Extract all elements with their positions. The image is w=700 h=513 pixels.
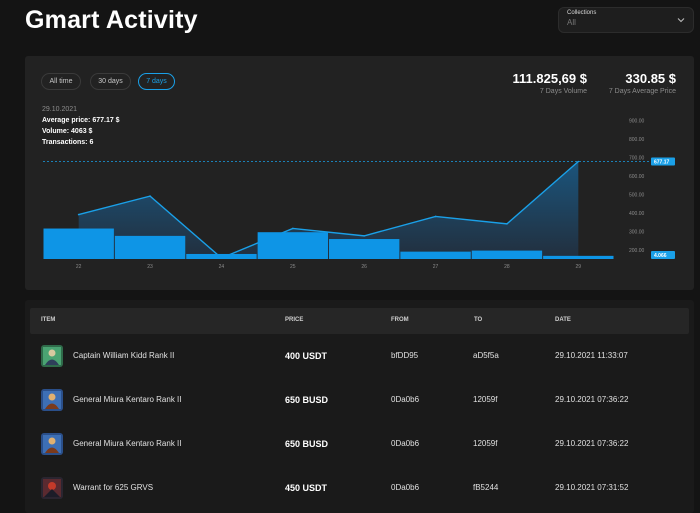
volume-bar-25 xyxy=(257,232,328,259)
y-tick-label: 700.00 xyxy=(629,155,645,161)
header-price: PRICE xyxy=(285,317,304,323)
table-row[interactable]: General Miura Kentaro Rank II 650 BUSD 0… xyxy=(25,378,694,422)
x-tick-label: 24 xyxy=(219,264,225,270)
marker-label: 677.17 xyxy=(654,159,670,165)
line-point-29 xyxy=(577,160,580,163)
y-tick-label: 200.00 xyxy=(629,248,645,254)
row-item-name[interactable]: General Miura Kentaro Rank II xyxy=(73,422,182,466)
x-tick-label: 29 xyxy=(576,264,582,270)
row-price: 650 BUSD xyxy=(285,395,329,405)
volume-bar-24 xyxy=(186,253,257,259)
row-from[interactable]: 0Da0b6 xyxy=(391,466,419,510)
row-date: 29.10.2021 07:36:22 xyxy=(555,395,629,404)
table-row[interactable]: General Miura Kentaro Rank II 650 BUSD 0… xyxy=(25,422,694,466)
row-price: 400 USDT xyxy=(285,351,328,361)
marker-label: 4.066 xyxy=(654,253,667,259)
row-from[interactable]: 0Da0b6 xyxy=(391,422,419,466)
y-tick-label: 300.00 xyxy=(629,229,645,235)
chevron-down-icon xyxy=(677,18,685,23)
y-tick-label: 400.00 xyxy=(629,211,645,217)
collections-select[interactable]: Collections All xyxy=(558,7,694,33)
collections-value: All xyxy=(567,18,576,27)
header-date: DATE xyxy=(555,317,571,323)
line-point-23 xyxy=(149,195,151,197)
row-item-name[interactable]: Captain William Kidd Rank II xyxy=(73,334,174,378)
y-tick-label: 900.00 xyxy=(629,118,645,124)
line-point-27 xyxy=(434,215,437,218)
row-item-name[interactable]: Warrant for 625 GRVS xyxy=(73,466,153,510)
header-item: ITEM xyxy=(41,317,56,323)
row-from[interactable]: 0Da0b6 xyxy=(391,378,419,422)
table-row[interactable]: Warrant for 625 GRVS 450 USDT 0Da0b6 fB5… xyxy=(25,466,694,510)
y-tick-label: 600.00 xyxy=(629,174,645,180)
header-to: TO xyxy=(474,317,483,323)
volume-bar-23 xyxy=(114,235,186,259)
row-date: 29.10.2021 07:31:52 xyxy=(555,483,629,492)
line-point-22 xyxy=(77,213,80,216)
x-tick-label: 25 xyxy=(290,264,296,270)
nft-thumbnail xyxy=(41,433,63,455)
header-from: FROM xyxy=(391,317,409,323)
y-tick-label: 800.00 xyxy=(629,137,645,143)
row-to[interactable]: aD5f5a xyxy=(473,334,499,378)
line-point-25 xyxy=(292,227,294,230)
x-tick-label: 27 xyxy=(433,264,439,270)
row-price: 450 USDT xyxy=(285,483,328,493)
nft-thumbnail xyxy=(41,477,63,499)
x-tick-label: 26 xyxy=(361,264,367,270)
volume-bar-28 xyxy=(471,250,543,259)
activity-chart: 900.00 800.00 700.00 600.00 500.00 400.00 300.… xyxy=(43,118,675,270)
volume-bar-22 xyxy=(43,228,114,259)
row-date: 29.10.2021 11:33:07 xyxy=(555,351,628,360)
row-date: 29.10.2021 07:36:22 xyxy=(555,439,629,448)
volume-bar-29 xyxy=(543,255,614,259)
volume-bar-27 xyxy=(400,251,471,259)
x-tick-label: 23 xyxy=(147,264,153,270)
y-tick-label: 500.00 xyxy=(629,192,645,198)
row-price: 650 BUSD xyxy=(285,439,329,449)
row-to[interactable]: 12059f xyxy=(473,378,497,422)
volume-bar-26 xyxy=(329,239,400,259)
activity-chart-card: All time 30 days 7 days 111.825,69 $ 7 D… xyxy=(25,56,694,290)
x-tick-label: 28 xyxy=(504,264,510,270)
line-point-26 xyxy=(363,235,365,237)
activity-table: ITEM PRICE FROM TO DATE Captain William … xyxy=(25,300,694,513)
nft-thumbnail xyxy=(41,389,63,411)
row-to[interactable]: 12059f xyxy=(473,422,497,466)
collections-label: Collections xyxy=(567,10,597,16)
x-tick-label: 22 xyxy=(76,264,82,270)
row-from[interactable]: bfDD95 xyxy=(391,334,418,378)
table-row[interactable]: Captain William Kidd Rank II 400 USDT bf… xyxy=(25,334,694,378)
row-item-name[interactable]: General Miura Kentaro Rank II xyxy=(73,378,182,422)
table-header: ITEM PRICE FROM TO DATE xyxy=(30,308,689,334)
row-to[interactable]: fB5244 xyxy=(473,466,498,510)
line-point-28 xyxy=(506,223,508,225)
page-title: Gmart Activity xyxy=(25,6,198,34)
nft-thumbnail xyxy=(41,345,63,367)
